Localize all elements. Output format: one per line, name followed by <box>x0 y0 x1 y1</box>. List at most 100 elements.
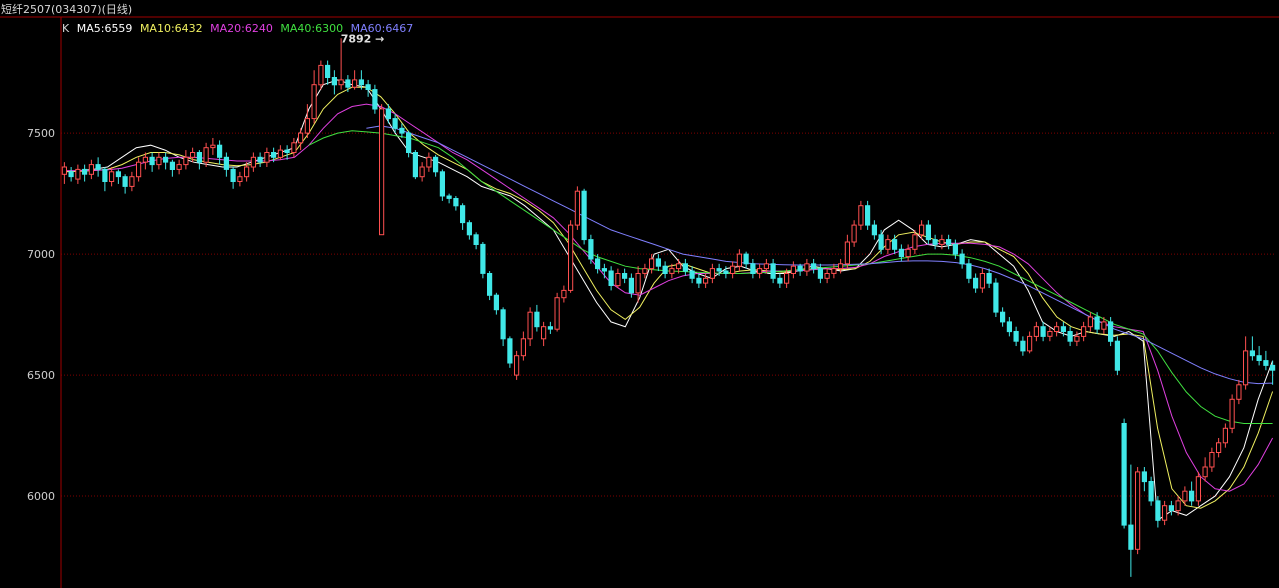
candle-body <box>372 89 378 110</box>
candle <box>223 152 230 177</box>
candle-body <box>466 222 472 236</box>
candle <box>75 164 81 184</box>
candle-body <box>1202 466 1208 478</box>
candle-body <box>851 224 857 243</box>
candle-body <box>399 127 405 134</box>
candle-body <box>412 152 418 178</box>
candle-body <box>169 161 176 170</box>
candle-body <box>1114 340 1121 371</box>
candle-body <box>1168 505 1175 512</box>
candle-body <box>75 168 81 180</box>
candle <box>1087 312 1094 332</box>
candle-body <box>1128 524 1134 550</box>
candle <box>622 268 628 284</box>
candle-body <box>115 171 122 178</box>
candle-body <box>379 108 385 236</box>
candle-body <box>331 77 337 86</box>
candle <box>831 263 837 279</box>
candle-body <box>244 166 250 178</box>
candle-body <box>682 263 688 272</box>
candle <box>1202 457 1208 482</box>
candle <box>1135 467 1141 555</box>
candle <box>156 152 162 170</box>
candle <box>1263 350 1269 371</box>
candle-body <box>784 273 790 284</box>
candle-body <box>527 311 533 340</box>
candle-body <box>433 156 439 173</box>
candle <box>1121 418 1127 529</box>
candle-body <box>136 161 142 178</box>
candlestick-chart[interactable]: 6000650070007500 7892 →5666 → <box>0 0 1279 588</box>
candle-body <box>595 258 601 270</box>
ma-line-ma60 <box>366 125 1273 385</box>
candle <box>345 75 351 93</box>
ma-line-ma5 <box>64 79 1274 522</box>
candle-body <box>419 166 425 178</box>
candle-body <box>804 263 810 272</box>
candle <box>851 220 857 247</box>
candle <box>797 263 803 276</box>
candle-body <box>790 265 796 275</box>
candle-body <box>365 84 371 90</box>
candle <box>1168 500 1175 516</box>
candle <box>129 171 135 192</box>
candle-body <box>102 168 108 182</box>
candle-body <box>352 79 358 88</box>
candle-body <box>284 149 290 154</box>
candle <box>365 79 371 97</box>
candle-body <box>210 144 216 149</box>
candle-body <box>1249 350 1256 357</box>
candle <box>277 145 283 160</box>
candle <box>608 266 614 291</box>
candle <box>534 304 540 332</box>
candle-body <box>203 147 209 163</box>
candle-body <box>831 268 837 274</box>
candle-body <box>338 79 344 86</box>
candle <box>1094 312 1100 334</box>
candle <box>487 271 493 301</box>
candle <box>1195 471 1202 506</box>
candle-body <box>1000 311 1006 323</box>
candle <box>318 60 324 90</box>
candle-body <box>291 142 297 154</box>
candle-body <box>277 149 283 158</box>
candle-body <box>392 118 398 129</box>
candle-body <box>898 248 904 258</box>
candle-body <box>129 176 135 187</box>
candle-body <box>95 164 101 170</box>
candle <box>514 350 520 380</box>
candle-body <box>1020 340 1026 352</box>
candle <box>574 186 580 230</box>
candle <box>1229 394 1235 434</box>
candle <box>811 258 817 274</box>
candle-body <box>1222 427 1229 444</box>
candle <box>412 150 418 180</box>
candle <box>743 251 749 269</box>
candle-body <box>716 268 722 272</box>
candle <box>217 140 223 165</box>
candle <box>149 152 155 172</box>
candle-body <box>649 258 655 270</box>
candle-body <box>797 265 803 272</box>
candle <box>824 268 830 284</box>
candle-body <box>345 79 351 88</box>
candle-body <box>770 263 776 279</box>
candle-body <box>689 270 695 279</box>
candle <box>500 307 506 347</box>
candle-body <box>142 156 149 163</box>
candle <box>986 268 992 288</box>
y-tick-label: 6500 <box>27 369 55 382</box>
candle <box>203 142 209 168</box>
candle-body <box>743 253 749 265</box>
candle <box>439 169 445 201</box>
candle <box>88 159 95 180</box>
candle <box>689 266 695 284</box>
candle-body <box>1121 423 1127 526</box>
candle <box>730 261 736 279</box>
candle <box>568 220 574 293</box>
candle <box>311 70 317 124</box>
candle <box>777 273 783 288</box>
candle <box>844 234 850 269</box>
candle-body <box>1270 364 1276 371</box>
candle-body <box>993 282 999 313</box>
